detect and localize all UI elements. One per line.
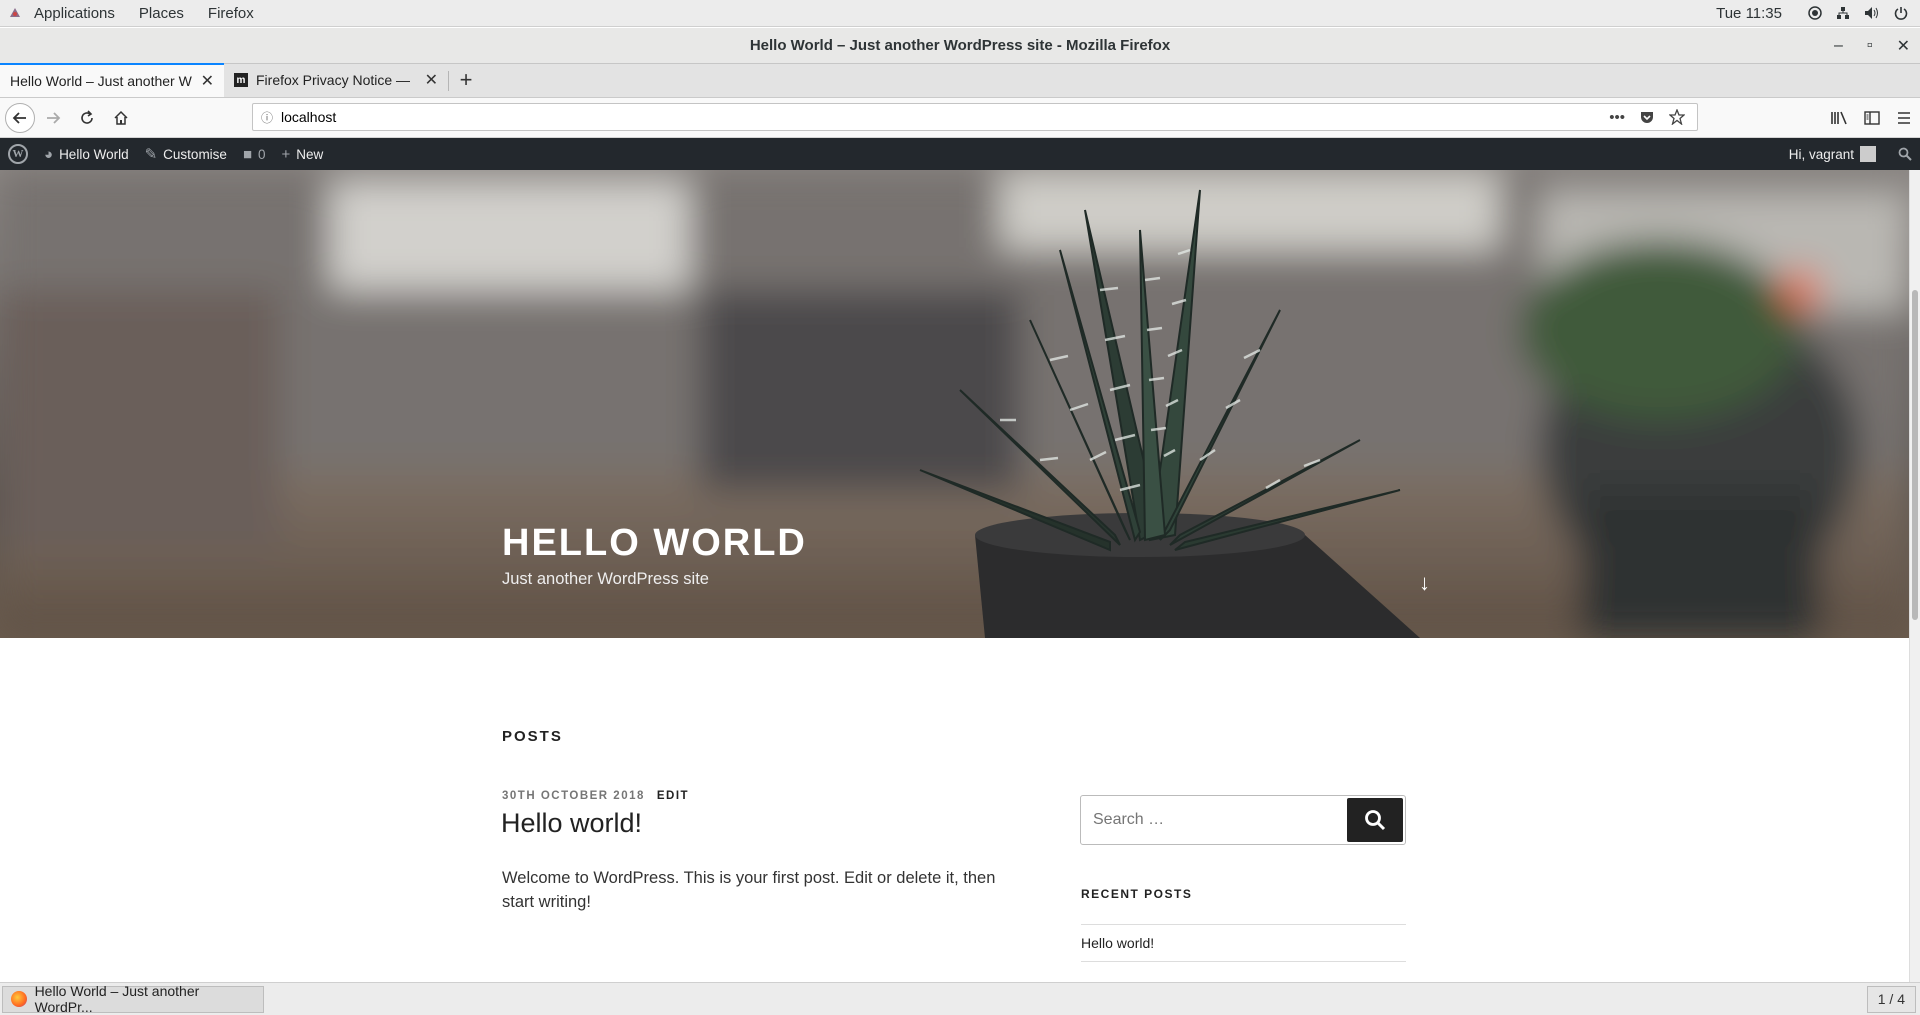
greeting-label: Hi, vagrant (1788, 146, 1854, 162)
window-title: Hello World – Just another WordPress sit… (749, 37, 1171, 54)
wp-admin-bar: W ◕ Hello World ✎ Customise ■ 0 + New Hi… (0, 138, 1920, 170)
edit-post-link[interactable]: EDIT (657, 790, 689, 802)
bookmark-star-icon[interactable] (1669, 108, 1685, 125)
tab-firefox-privacy[interactable]: m Firefox Privacy Notice — ✕ (224, 63, 448, 97)
clock[interactable]: Tue 11:35 (1716, 5, 1782, 22)
minimize-button[interactable]: – (1834, 37, 1843, 55)
firefox-menu[interactable]: Firefox (196, 5, 266, 22)
recent-post-link[interactable]: Hello world! (1081, 925, 1406, 962)
taskbar-window-label: Hello World – Just another WordPr... (34, 983, 200, 1015)
recent-posts-heading: RECENT POSTS (1081, 887, 1193, 901)
wordpress-logo-icon: W (8, 144, 28, 164)
post-date-link[interactable]: 30TH OCTOBER 2018 (502, 790, 645, 802)
paintbrush-icon: ✎ (144, 146, 158, 163)
posts-heading: POSTS (502, 728, 563, 745)
dashboard-icon: ◕ (44, 145, 54, 163)
record-icon[interactable] (1808, 6, 1822, 20)
hero-header: HELLO WORLD Just another WordPress site … (0, 170, 1909, 638)
search-form (1080, 795, 1406, 845)
hamburger-menu-icon[interactable] (1896, 110, 1912, 126)
new-tab-button[interactable]: + (449, 63, 483, 97)
search-submit-button[interactable] (1347, 798, 1403, 842)
close-tab-icon[interactable]: ✕ (425, 70, 438, 90)
admin-new-content[interactable]: + New (274, 138, 332, 170)
close-tab-icon[interactable]: ✕ (201, 71, 214, 91)
applications-icon (10, 8, 20, 17)
volume-icon[interactable] (1864, 6, 1880, 20)
recent-posts-list: Hello world! (1081, 924, 1406, 962)
search-input[interactable] (1081, 796, 1345, 844)
search-icon (1365, 810, 1386, 831)
sidebar-icon[interactable] (1864, 110, 1880, 126)
customise-label: Customise (163, 146, 227, 162)
forward-arrow-icon (47, 111, 61, 124)
post-title-link[interactable]: Hello world! (501, 808, 642, 839)
admin-customise[interactable]: ✎ Customise (137, 138, 235, 170)
page-actions-icon[interactable]: ••• (1609, 109, 1625, 126)
comments-count: 0 (258, 146, 266, 162)
admin-comments[interactable]: ■ 0 (235, 138, 274, 170)
tab-strip: Hello World – Just another W ✕ m Firefox… (0, 63, 1920, 98)
places-menu[interactable]: Places (127, 5, 196, 22)
hero-background-image (0, 170, 1909, 638)
power-icon[interactable] (1894, 6, 1908, 20)
reload-button[interactable] (71, 102, 103, 134)
maximize-button[interactable]: ▫ (1867, 37, 1873, 55)
taskbar-window-button[interactable]: Hello World – Just another WordPr... (2, 983, 264, 1015)
gnome-top-bar: Applications Places Firefox Tue 11:35 (0, 0, 1920, 27)
navigation-toolbar: ⓘ ••• (0, 98, 1920, 138)
close-window-button[interactable]: ✕ (1897, 36, 1910, 56)
tab-title: Hello World – Just another W (10, 73, 192, 89)
url-input[interactable] (281, 109, 1610, 125)
url-bar[interactable]: ⓘ ••• (252, 103, 1698, 131)
post-excerpt: Welcome to WordPress. This is your first… (502, 869, 996, 911)
site-description: Just another WordPress site (502, 570, 709, 588)
scroll-down-arrow-icon[interactable]: ↓ (1419, 570, 1430, 596)
pocket-icon[interactable] (1639, 109, 1655, 125)
forward-button[interactable] (37, 102, 69, 134)
site-info-icon[interactable]: ⓘ (253, 109, 281, 126)
admin-account-menu[interactable]: Hi, vagrant (1781, 138, 1890, 170)
window-titlebar: Hello World – Just another WordPress sit… (0, 28, 1920, 64)
page-scrollbar[interactable] (1909, 170, 1920, 982)
site-name-label: Hello World (59, 146, 129, 162)
search-icon (1898, 147, 1912, 161)
home-button[interactable] (105, 102, 137, 134)
admin-site-name[interactable]: ◕ Hello World (36, 138, 137, 170)
new-label: New (296, 146, 324, 162)
admin-search[interactable] (1890, 138, 1920, 170)
tab-hello-world[interactable]: Hello World – Just another W ✕ (0, 63, 224, 97)
plus-icon: + (281, 145, 291, 163)
site-title[interactable]: HELLO WORLD (502, 522, 807, 565)
firefox-icon (11, 991, 27, 1007)
avatar (1860, 146, 1876, 162)
library-icon[interactable] (1830, 110, 1848, 126)
home-icon (114, 110, 128, 125)
wp-logo-menu[interactable]: W (0, 138, 36, 170)
bottom-taskbar: Hello World – Just another WordPr... 1 /… (0, 982, 1920, 1015)
applications-menu[interactable]: Applications (22, 5, 127, 22)
network-icon[interactable] (1836, 6, 1850, 20)
post-meta: 30TH OCTOBER 2018 EDIT (502, 790, 689, 802)
back-button[interactable] (5, 102, 35, 133)
reload-icon (81, 109, 93, 124)
scrollbar-thumb[interactable] (1912, 290, 1918, 620)
back-arrow-icon (12, 111, 26, 124)
comment-bubble-icon: ■ (242, 145, 253, 163)
mozilla-favicon-icon: m (234, 73, 248, 87)
tab-title: Firefox Privacy Notice — (256, 72, 411, 88)
workspace-pager[interactable]: 1 / 4 (1866, 985, 1916, 1013)
